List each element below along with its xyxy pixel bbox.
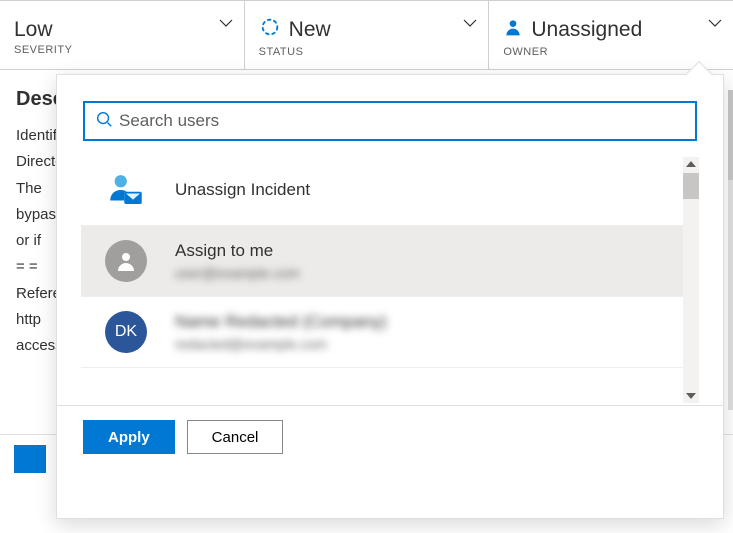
owner-assign-flyout: Unassign Incident Assign to me user@exam… (56, 74, 724, 519)
scroll-down-icon[interactable] (686, 393, 696, 399)
severity-value: Low (14, 18, 230, 42)
avatar-me (105, 240, 147, 282)
status-cell[interactable]: New STATUS (245, 1, 490, 69)
chevron-down-icon (462, 15, 478, 36)
user-list: Unassign Incident Assign to me user@exam… (81, 155, 699, 405)
list-item-unassign[interactable]: Unassign Incident (81, 155, 699, 226)
apply-button[interactable]: Apply (83, 420, 175, 454)
list-item-label: Unassign Incident (175, 180, 310, 200)
person-icon (503, 16, 523, 44)
flyout-footer: Apply Cancel (57, 405, 723, 468)
owner-cell[interactable]: Unassigned OWNER (489, 1, 733, 69)
list-scrollbar[interactable] (683, 157, 699, 403)
content-scrollbar[interactable] (728, 90, 733, 410)
list-item-sub-redacted: user@example.com (175, 265, 300, 281)
search-users-field[interactable] (119, 111, 685, 131)
owner-label: OWNER (503, 46, 719, 58)
severity-label: SEVERITY (14, 44, 230, 56)
list-item-label-redacted: Name Redacted (Company) (175, 312, 387, 332)
severity-cell[interactable]: Low SEVERITY (0, 1, 245, 69)
scroll-up-icon[interactable] (686, 161, 696, 167)
list-item-assign-to-me[interactable]: Assign to me user@example.com (81, 226, 699, 297)
status-label: STATUS (259, 46, 475, 58)
chevron-down-icon (707, 15, 723, 36)
bottom-action-fragment (14, 445, 46, 473)
list-item-user[interactable]: DK Name Redacted (Company) redacted@exam… (81, 297, 699, 368)
cancel-button[interactable]: Cancel (187, 420, 284, 454)
chevron-down-icon (218, 15, 234, 36)
status-value: New (289, 18, 331, 42)
avatar-initials: DK (105, 311, 147, 353)
status-new-icon (259, 16, 281, 44)
incident-header: Low SEVERITY New STATUS Unass (0, 0, 733, 70)
unassign-icon (105, 169, 147, 211)
owner-value: Unassigned (531, 18, 642, 42)
search-icon (95, 110, 119, 133)
scroll-thumb[interactable] (683, 173, 699, 199)
search-users-input[interactable] (83, 101, 697, 141)
list-item-sub-redacted: redacted@example.com (175, 336, 387, 352)
list-item-label: Assign to me (175, 241, 300, 261)
